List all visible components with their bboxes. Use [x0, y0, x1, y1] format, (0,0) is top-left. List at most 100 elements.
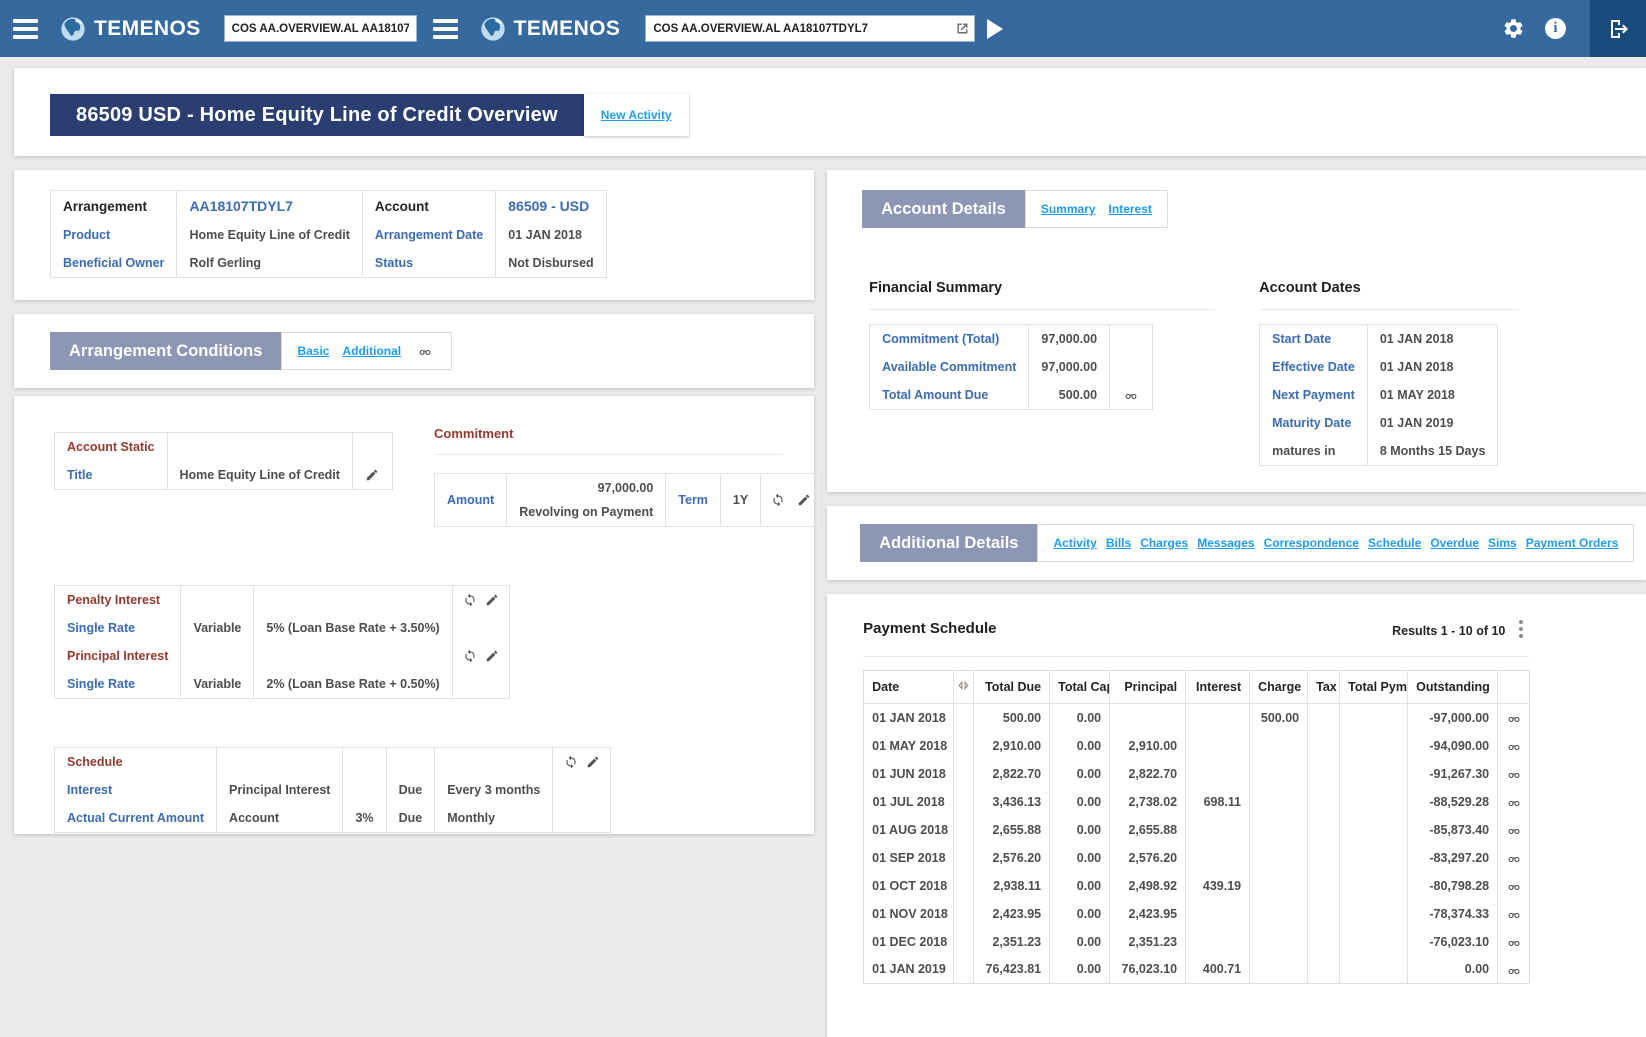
tab-activity[interactable]: Activity [1053, 536, 1096, 550]
binoculars-icon[interactable] [1507, 878, 1521, 893]
cell-value: -94,090.00 [1408, 732, 1498, 760]
label: Available Commitment [870, 353, 1029, 381]
cell-value [1186, 844, 1250, 872]
cell-value [1340, 956, 1408, 984]
settings-gear-icon[interactable] [1502, 17, 1525, 40]
edit-pencil-icon[interactable] [365, 468, 379, 483]
arrangement-conditions-tabs: Basic Additional [281, 332, 452, 370]
column-total-due[interactable]: Total Due [974, 671, 1050, 704]
cell-date: 01 OCT 2018 [864, 872, 954, 900]
binoculars-icon[interactable] [1507, 850, 1521, 865]
cell-value [1186, 704, 1250, 732]
label: Next Payment [1260, 381, 1368, 409]
binoculars-icon[interactable] [1507, 934, 1521, 949]
cell-value: 2,351.23 [1110, 928, 1186, 956]
launch-icon[interactable] [954, 20, 971, 37]
recurrence-sync-icon[interactable] [771, 493, 785, 508]
tab-bills[interactable]: Bills [1106, 536, 1131, 550]
recurrence-sync-icon[interactable] [564, 755, 578, 770]
logout-button[interactable] [1590, 0, 1646, 57]
column-interest[interactable]: Interest [1186, 671, 1250, 704]
cell-date: 01 JAN 2018 [864, 704, 954, 732]
binoculars-icon[interactable] [1507, 710, 1521, 725]
binoculars-icon[interactable] [1507, 906, 1521, 921]
column-outstanding[interactable]: Outstanding [1408, 671, 1498, 704]
tab-payment-orders[interactable]: Payment Orders [1526, 536, 1619, 550]
tab-additional[interactable]: Additional [342, 344, 401, 358]
cell-value [1186, 760, 1250, 788]
commitment-table: Amount 97,000.00 Revolving on Payment Te… [434, 473, 822, 527]
binoculars-icon[interactable] [1507, 766, 1521, 781]
tab-overdue[interactable]: Overdue [1430, 536, 1479, 550]
column-date[interactable]: Date [864, 671, 954, 704]
column-resize-icon[interactable] [954, 671, 974, 704]
summary-row: Total Amount Due500.00 [870, 381, 1153, 410]
value: Rolf Gerling [177, 249, 362, 278]
edit-pencil-icon[interactable] [586, 755, 600, 770]
cell-value [1308, 816, 1340, 844]
recurrence-sync-icon[interactable] [463, 593, 477, 608]
binoculars-icon[interactable] [1507, 794, 1521, 809]
cell-value: 2,498.92 [1110, 872, 1186, 900]
condition-row: Penalty Interest [55, 586, 510, 615]
info-icon[interactable]: i [1545, 18, 1566, 39]
cell-value [1308, 844, 1340, 872]
label: Principal Interest [55, 642, 181, 670]
results-count: Results 1 - 10 of 10 [1392, 624, 1505, 638]
tab-schedule[interactable]: Schedule [1368, 536, 1421, 550]
page-title: 86509 USD - Home Equity Line of Credit O… [50, 94, 584, 136]
condition-row: Single RateVariable5% (Loan Base Rate + … [55, 614, 510, 642]
tab-charges[interactable]: Charges [1140, 536, 1188, 550]
new-activity-link[interactable]: New Activity [601, 108, 672, 122]
binoculars-icon[interactable] [418, 342, 432, 360]
menu-icon[interactable] [13, 19, 38, 39]
edit-pencil-icon[interactable] [485, 593, 499, 608]
label: Arrangement [51, 191, 177, 222]
tab-correspondence[interactable]: Correspondence [1264, 536, 1359, 550]
icon-cell [1110, 325, 1153, 354]
globe-icon [59, 15, 87, 43]
column-total-pymt[interactable]: Total Pymt [1340, 671, 1408, 704]
binoculars-icon[interactable] [1124, 388, 1138, 403]
column-charge[interactable]: Charge [1250, 671, 1308, 704]
column-principal[interactable]: Principal [1110, 671, 1186, 704]
tab-sims[interactable]: Sims [1488, 536, 1517, 550]
tab-summary[interactable]: Summary [1041, 202, 1096, 216]
command-line-input-1[interactable] [224, 15, 417, 42]
cell-value [1308, 900, 1340, 928]
table-row: Title Home Equity Line of Credit [55, 461, 393, 490]
cell-value: 0.00 [1050, 872, 1110, 900]
binoculars-icon[interactable] [1507, 962, 1521, 977]
header-row: Date Total DueTotal CapPrincipalInterestC… [864, 671, 1530, 704]
condition-row: Single RateVariable2% (Loan Base Rate + … [55, 670, 510, 699]
financial-summary-table: Commitment (Total)97,000.00Available Com… [869, 324, 1153, 410]
edit-pencil-icon[interactable] [485, 649, 499, 664]
cell-value: 3,436.13 [974, 788, 1050, 816]
edit-pencil-icon[interactable] [797, 493, 811, 508]
cell-value [1250, 928, 1308, 956]
account-dates-block: Account Dates Start Date01 JAN 2018Effec… [1259, 280, 1519, 466]
value: Home Equity Line of Credit [177, 221, 362, 249]
column-tax[interactable]: Tax [1308, 671, 1340, 704]
rate-value [254, 586, 452, 615]
command-line-input-2[interactable] [645, 15, 975, 42]
run-button[interactable] [987, 19, 1003, 39]
rate-value: 2% (Loan Base Rate + 0.50%) [254, 670, 452, 699]
tab-interest[interactable]: Interest [1109, 202, 1152, 216]
cell-value: 0.00 [1050, 816, 1110, 844]
condition-row: Schedule [55, 748, 611, 777]
table-row: Beneficial OwnerRolf GerlingStatusNot Di… [51, 249, 607, 278]
recurrence-sync-icon[interactable] [463, 649, 477, 664]
cell-value: -91,267.30 [1408, 760, 1498, 788]
cell-date: 01 DEC 2018 [864, 928, 954, 956]
tab-messages[interactable]: Messages [1197, 536, 1254, 550]
menu-icon-2[interactable] [433, 19, 458, 39]
table-row: Account Static [55, 433, 393, 462]
binoculars-icon[interactable] [1507, 738, 1521, 753]
more-options-icon[interactable] [1515, 616, 1527, 642]
binoculars-icon[interactable] [1507, 822, 1521, 837]
cell-value: 0.00 [1050, 760, 1110, 788]
cell-value: 2,576.20 [1110, 844, 1186, 872]
column-total-cap[interactable]: Total Cap [1050, 671, 1110, 704]
tab-basic[interactable]: Basic [297, 344, 329, 358]
